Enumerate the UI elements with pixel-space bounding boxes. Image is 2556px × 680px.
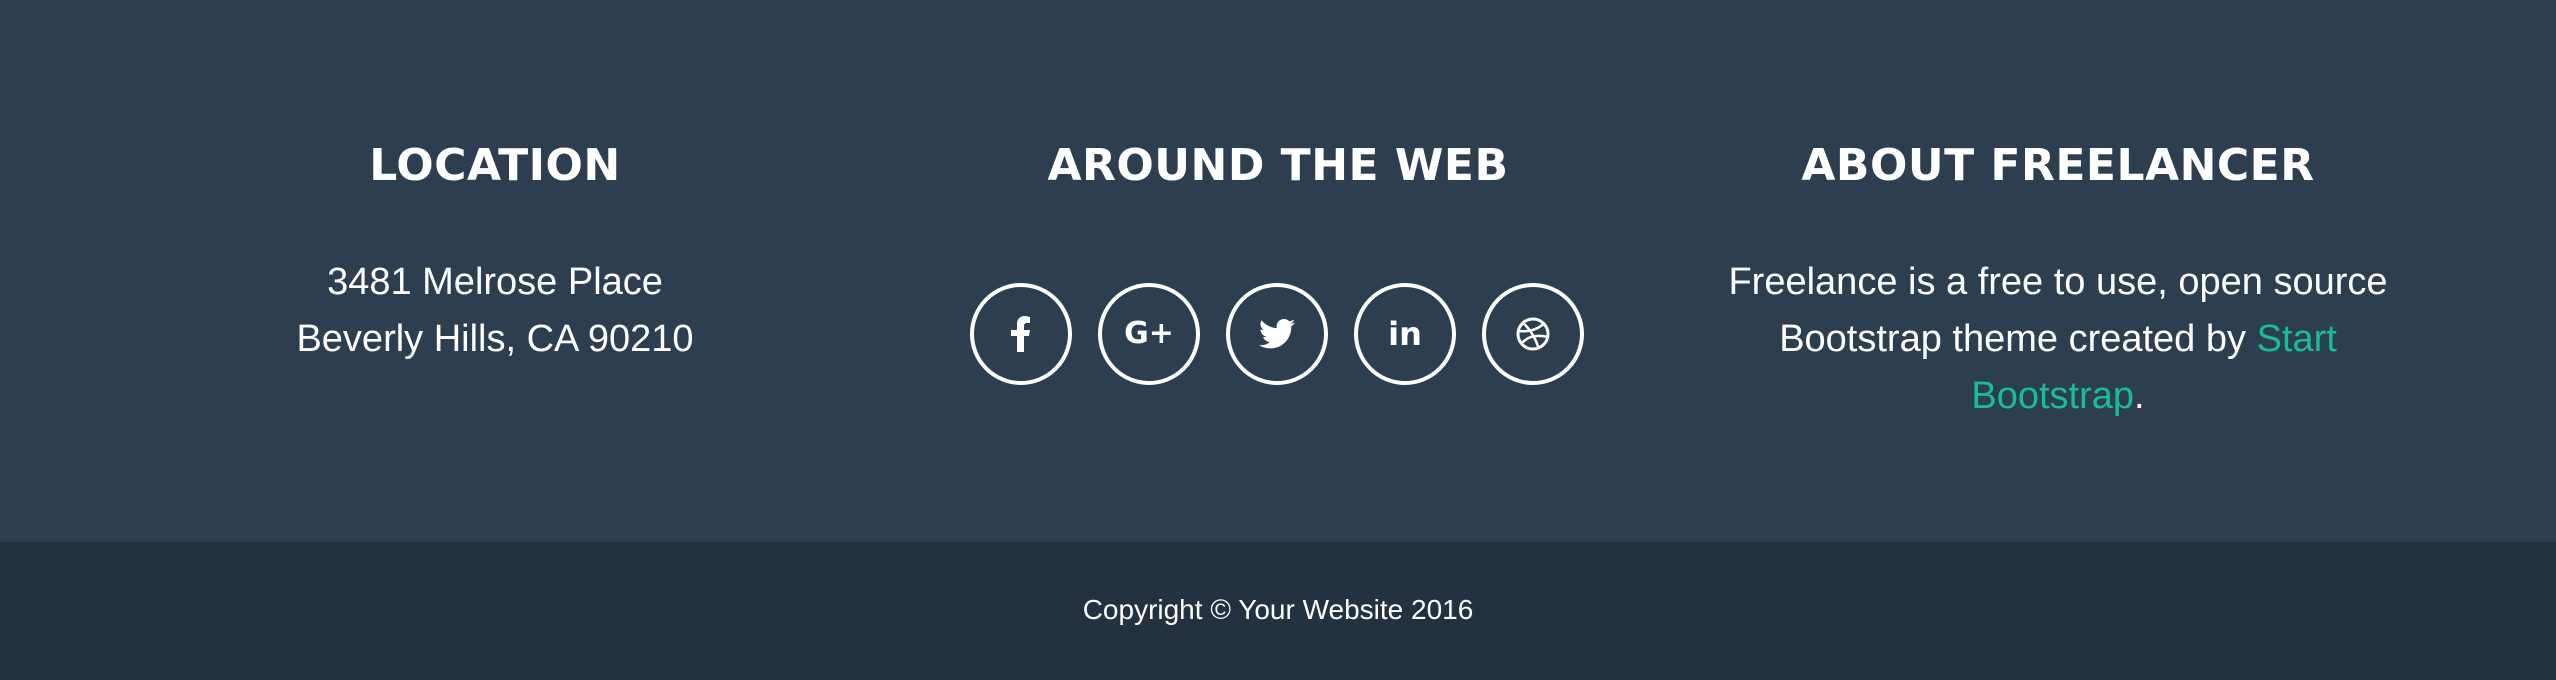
social-item: G+ (1098, 283, 1200, 385)
social-links: G+ in (970, 283, 1610, 385)
footer-main: Location 3481 Melrose Place Beverly Hill… (0, 0, 2556, 542)
social-item: in (1354, 283, 1456, 385)
social-item (1482, 283, 1584, 385)
linkedin-icon: in (1388, 315, 1422, 353)
dribbble-button[interactable] (1482, 283, 1584, 385)
location-address: 3481 Melrose Place Beverly Hills, CA 902… (105, 254, 885, 368)
twitter-button[interactable] (1226, 283, 1328, 385)
facebook-icon (1011, 316, 1030, 352)
address-line-1: 3481 Melrose Place (327, 261, 663, 303)
social-title: Around the Web (1047, 140, 1509, 191)
twitter-icon (1259, 319, 1295, 349)
facebook-button[interactable] (970, 283, 1072, 385)
address-line-2: Beverly Hills, CA 90210 (296, 318, 694, 360)
google-plus-button[interactable]: G+ (1098, 283, 1200, 385)
about-text-end: . (2134, 375, 2145, 417)
copyright-bar: Copyright © Your Website 2016 (0, 542, 2556, 680)
linkedin-button[interactable]: in (1354, 283, 1456, 385)
social-item (970, 283, 1072, 385)
copyright-text: Copyright © Your Website 2016 (1082, 594, 1474, 625)
social-item (1226, 283, 1328, 385)
google-plus-icon: G+ (1124, 316, 1174, 351)
about-text: Freelance is a free to use, open source … (1718, 254, 2398, 425)
location-title: Location (369, 140, 621, 191)
dribbble-icon (1516, 317, 1550, 351)
about-title: About Freelancer (1801, 140, 2315, 191)
